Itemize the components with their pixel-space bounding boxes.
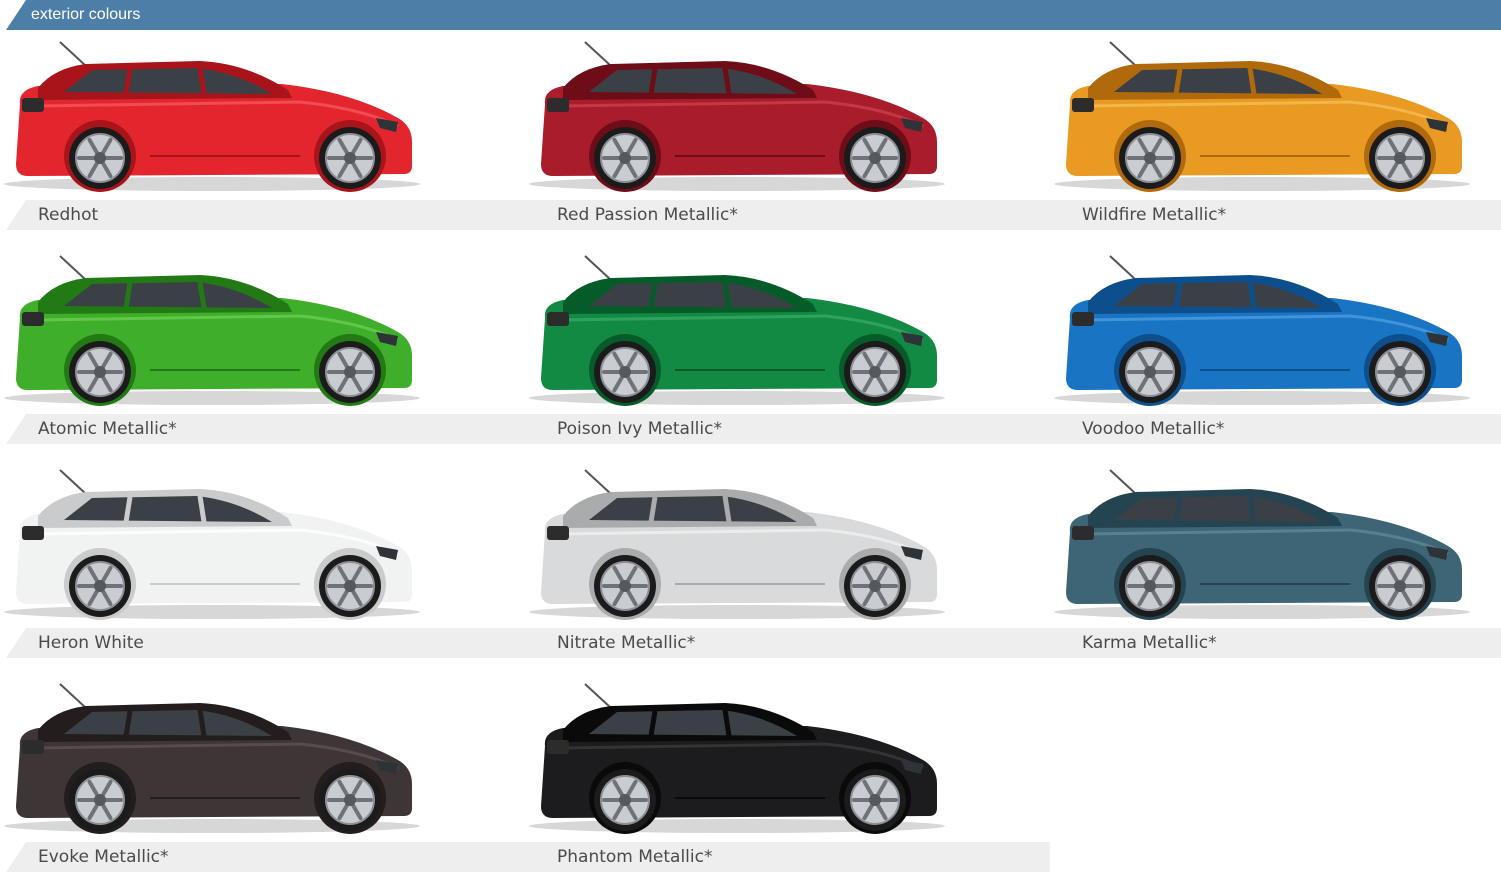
wheel [319, 127, 381, 189]
wheel [69, 341, 131, 403]
car-tail-lamp [547, 740, 569, 754]
car-antenna [59, 41, 87, 67]
colour-label-bar: Karma Metallic* [1050, 628, 1501, 658]
wheel [319, 341, 381, 403]
car-tail-lamp [1072, 526, 1094, 540]
wheel [844, 555, 906, 617]
car-tail-lamp [547, 312, 569, 326]
car-tail-lamp [1072, 98, 1094, 112]
wheel [69, 769, 131, 831]
car-antenna [584, 255, 612, 281]
colour-swatch[interactable]: Red Passion Metallic* [525, 30, 1050, 244]
colour-name: Atomic Metallic* [38, 419, 177, 439]
wheel [1369, 127, 1431, 189]
car-antenna [584, 41, 612, 67]
wheel [844, 769, 906, 831]
wheel [844, 341, 906, 403]
car-image [529, 255, 945, 406]
colour-name: Phantom Metallic* [557, 847, 713, 867]
car-tail-lamp [547, 98, 569, 112]
colour-name: Redhot [38, 205, 99, 225]
car-image [4, 41, 420, 192]
colour-swatch[interactable]: Wildfire Metallic* [1050, 30, 1501, 244]
colour-label-bar: Atomic Metallic* [6, 414, 525, 444]
wheel [319, 769, 381, 831]
car-tail-lamp [22, 312, 44, 326]
colour-grid: Redhot Red Passion Metallic* Wildfire Me… [0, 30, 1501, 873]
colour-swatch[interactable]: Redhot [0, 30, 525, 244]
car-image [529, 41, 945, 192]
car-antenna [59, 469, 87, 495]
colour-label-bar: Voodoo Metallic* [1050, 414, 1501, 444]
colour-swatch[interactable]: Evoke Metallic* [0, 672, 525, 886]
car-image [4, 255, 420, 406]
colour-swatch[interactable]: Poison Ivy Metallic* [525, 244, 1050, 458]
car-tail-lamp [547, 526, 569, 540]
colour-name: Poison Ivy Metallic* [557, 419, 722, 439]
wheel [69, 555, 131, 617]
section-header: exterior colours [6, 0, 1501, 30]
colour-name: Evoke Metallic* [38, 847, 169, 867]
car-image [529, 469, 945, 620]
car-antenna [59, 255, 87, 281]
wheel [594, 341, 656, 403]
colour-label-bar: Phantom Metallic* [525, 842, 1050, 872]
colour-label-bar: Wildfire Metallic* [1050, 200, 1501, 230]
car-antenna [584, 683, 612, 709]
colour-name: Karma Metallic* [1082, 633, 1217, 653]
colour-swatch[interactable]: Atomic Metallic* [0, 244, 525, 458]
wheel [319, 555, 381, 617]
car-antenna [59, 683, 87, 709]
car-tail-lamp [1072, 312, 1094, 326]
car-tail-lamp [22, 526, 44, 540]
wheel [594, 769, 656, 831]
section-title: exterior colours [31, 6, 141, 23]
colour-name: Wildfire Metallic* [1082, 205, 1227, 225]
colour-swatch[interactable]: Heron White [0, 458, 525, 672]
car-image [4, 683, 420, 834]
wheel [1119, 127, 1181, 189]
wheel [844, 127, 906, 189]
car-antenna [1109, 469, 1137, 495]
colour-swatch[interactable]: Phantom Metallic* [525, 672, 1050, 886]
colour-label-bar: Poison Ivy Metallic* [525, 414, 1050, 444]
wheel [69, 127, 131, 189]
colour-label-bar: Redhot [6, 200, 525, 230]
colour-name: Heron White [38, 633, 144, 653]
car-antenna [1109, 41, 1137, 67]
wheel [1119, 341, 1181, 403]
colour-swatch[interactable]: Nitrate Metallic* [525, 458, 1050, 672]
car-image [529, 683, 945, 834]
car-image [1054, 255, 1470, 406]
colour-swatch[interactable]: Voodoo Metallic* [1050, 244, 1501, 458]
colour-label-bar: Evoke Metallic* [6, 842, 525, 872]
car-antenna [1109, 255, 1137, 281]
wheel [594, 127, 656, 189]
colour-label-bar: Heron White [6, 628, 525, 658]
car-image [4, 469, 420, 620]
colour-name: Voodoo Metallic* [1082, 419, 1225, 439]
colour-swatch[interactable]: Karma Metallic* [1050, 458, 1501, 672]
colour-label-bar: Red Passion Metallic* [525, 200, 1050, 230]
colour-name: Nitrate Metallic* [557, 633, 696, 653]
wheel [1369, 555, 1431, 617]
colour-name: Red Passion Metallic* [557, 205, 738, 225]
car-tail-lamp [22, 740, 44, 754]
car-image [1054, 41, 1470, 192]
car-image [1054, 469, 1470, 620]
car-antenna [584, 469, 612, 495]
car-tail-lamp [22, 98, 44, 112]
colour-label-bar: Nitrate Metallic* [525, 628, 1050, 658]
wheel [1119, 555, 1181, 617]
wheel [1369, 341, 1431, 403]
wheel [594, 555, 656, 617]
